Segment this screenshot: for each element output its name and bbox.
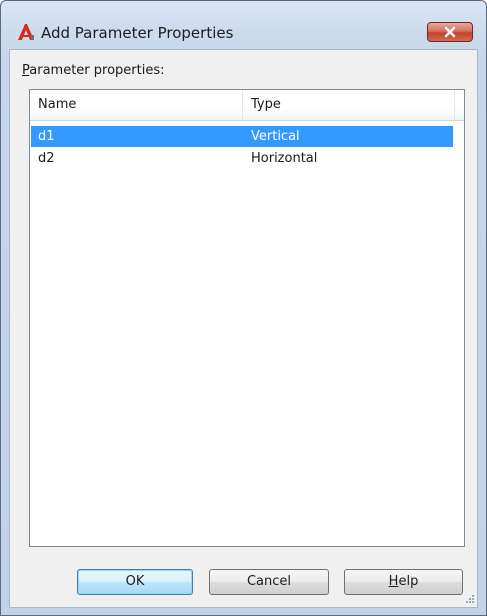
section-label-rest: arameter properties: bbox=[29, 63, 165, 78]
window-title: Add Parameter Properties bbox=[41, 24, 234, 42]
column-divider[interactable] bbox=[454, 90, 455, 120]
cell-name: d2 bbox=[38, 151, 55, 166]
cell-name: d1 bbox=[38, 129, 55, 144]
help-mnemonic: H bbox=[388, 574, 399, 589]
help-label-rest: elp bbox=[398, 574, 419, 589]
ok-button[interactable]: OK bbox=[77, 569, 193, 595]
list-header: Name Type bbox=[30, 90, 464, 121]
column-header-name[interactable]: Name bbox=[38, 90, 76, 120]
column-divider[interactable] bbox=[242, 90, 243, 120]
parameter-properties-label: Parameter properties: bbox=[22, 63, 165, 78]
dialog-window: Add Parameter Properties Parameter prope… bbox=[0, 0, 487, 616]
parameter-list[interactable]: Name Type d1 Vertical d2 Horizontal bbox=[29, 89, 465, 547]
cell-type: Vertical bbox=[251, 129, 300, 144]
resize-grip-icon[interactable] bbox=[464, 593, 474, 603]
title-bar[interactable]: Add Parameter Properties bbox=[1, 1, 486, 47]
close-icon bbox=[444, 26, 456, 38]
cancel-button[interactable]: Cancel bbox=[209, 569, 329, 595]
list-item[interactable]: d1 Vertical bbox=[31, 126, 453, 147]
close-button[interactable] bbox=[427, 22, 473, 42]
list-item[interactable]: d2 Horizontal bbox=[31, 148, 453, 169]
help-button[interactable]: Help bbox=[344, 569, 463, 595]
autocad-app-icon bbox=[18, 24, 34, 40]
column-header-type[interactable]: Type bbox=[251, 90, 281, 120]
cell-type: Horizontal bbox=[251, 151, 318, 166]
